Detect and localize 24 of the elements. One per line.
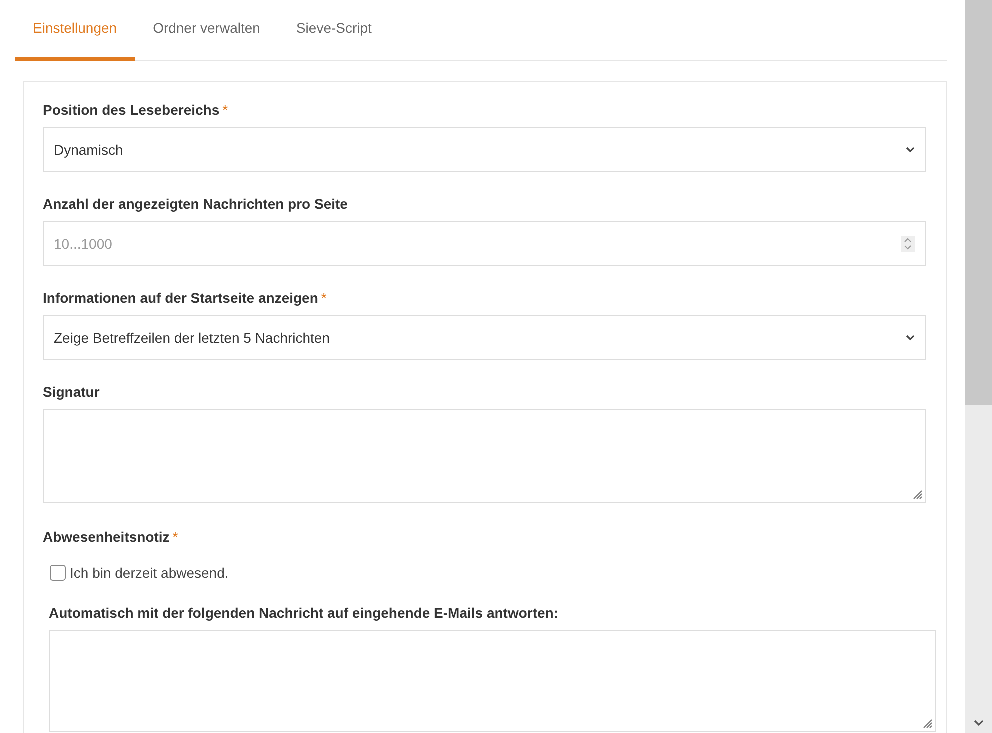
select-field[interactable]: Zeige Betreffzeilen der letzten 5 Nachrichten <box>43 315 926 360</box>
tab[interactable]: Ordner verwalten <box>135 0 278 61</box>
field-label: Anzahl der angezeigten Nachrichten pro Seite <box>43 196 349 212</box>
tab[interactable]: Sieve-Script <box>278 0 390 61</box>
tab[interactable]: Einstellungen <box>15 0 136 61</box>
required-mark: * <box>321 290 327 306</box>
spinner-icon[interactable] <box>901 236 915 252</box>
checkbox-label: Ich bin derzeit abwesend. <box>70 565 229 581</box>
resize-handle-icon[interactable] <box>913 490 923 500</box>
field-label: Signatur <box>43 384 101 400</box>
checkbox[interactable] <box>50 565 66 581</box>
required-mark: * <box>222 102 228 118</box>
select-field[interactable]: Dynamisch <box>43 127 926 172</box>
field-label: Abwesenheitsnotiz * <box>43 529 180 545</box>
scroll-down-icon[interactable] <box>974 720 984 727</box>
required-mark: * <box>172 529 178 545</box>
field-label: Informationen auf der Startseite anzeigen * <box>43 290 328 306</box>
field-label: Automatisch mit der folgenden Nachricht auf eingehende E-Mails antworten: <box>49 605 560 621</box>
scrollbar-thumb[interactable] <box>965 0 992 405</box>
field-label: Position des Lesebereichs * <box>43 102 230 118</box>
chevron-down-icon <box>906 146 915 152</box>
scrollbar[interactable] <box>965 0 992 733</box>
chevron-down-icon <box>906 334 915 340</box>
resize-handle-icon[interactable] <box>923 719 933 729</box>
